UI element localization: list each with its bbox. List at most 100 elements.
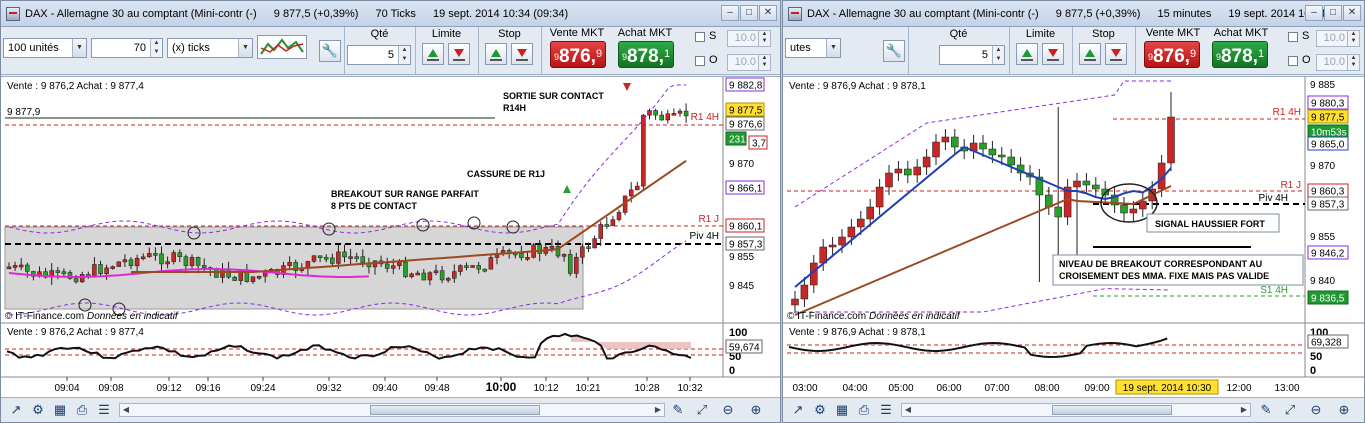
chevron-down-icon[interactable]: ▼: [238, 39, 252, 57]
stop-sell-button[interactable]: [1105, 43, 1127, 65]
qty-stepper[interactable]: 5 ▲ ▼: [939, 45, 1005, 65]
left-candle: [287, 262, 292, 266]
right-title-instrument: DAX - Allemagne 30 au comptant (Mini-con…: [807, 7, 1039, 20]
left-candle: [159, 253, 164, 265]
x-tick: 07:00: [984, 383, 1009, 394]
spinner-icon[interactable]: ▲ ▼: [992, 46, 1004, 64]
scroll-left-icon[interactable]: ◀: [120, 404, 132, 416]
left-title-bar[interactable]: DAX - Allemagne 30 au comptant (Mini-con…: [1, 1, 780, 27]
limit-buy-button[interactable]: [1016, 43, 1038, 65]
ticks-stepper[interactable]: 70 ▲ ▼: [91, 38, 163, 58]
limit-label: Limite: [431, 28, 462, 40]
indicator-icon[interactable]: ⚙: [29, 401, 47, 419]
left-title-instrument: DAX - Allemagne 30 au comptant (Mini-con…: [25, 7, 257, 20]
limit-sell-button[interactable]: [1042, 43, 1064, 65]
close-icon[interactable]: ✕: [759, 5, 777, 21]
right-scrollbar[interactable]: ◀ ▶: [901, 403, 1251, 417]
print-icon[interactable]: ⎙: [855, 401, 873, 419]
close-icon[interactable]: ✕: [1343, 5, 1361, 21]
left-candle: [616, 212, 622, 220]
sell-price-suffix: 9: [595, 48, 603, 60]
right-candle: [828, 244, 837, 248]
zoom-in-icon[interactable]: ⊕: [1335, 401, 1353, 419]
wrench-icon[interactable]: 🔧: [319, 40, 341, 62]
spinner-icon[interactable]: ▲ ▼: [398, 46, 410, 64]
stop-sell-button[interactable]: [511, 43, 533, 65]
o-value-field[interactable]: 10.0 ▲ ▼: [1316, 54, 1360, 71]
left-candle: [561, 254, 567, 257]
s-value-field[interactable]: 10.0 ▲ ▼: [727, 30, 771, 47]
ticks-unit-select[interactable]: (x) ticks ▼: [167, 38, 253, 58]
layout-icon[interactable]: ▦: [51, 401, 69, 419]
maximize-icon[interactable]: □: [1324, 5, 1342, 21]
color-bars-icon[interactable]: ☰: [877, 401, 895, 419]
qty-stepper[interactable]: 5 ▲ ▼: [347, 45, 411, 65]
stop-group: Stop: [1072, 27, 1134, 75]
left-window-buttons: ‒ □ ✕: [721, 5, 777, 21]
limit-sell-button[interactable]: [448, 43, 470, 65]
spinner-icon[interactable]: ▲ ▼: [1347, 31, 1359, 46]
units-select[interactable]: 100 unités ▼: [3, 38, 87, 58]
scroll-thumb[interactable]: [370, 405, 540, 415]
price-tag: 9 877,5: [729, 106, 763, 117]
minimize-icon[interactable]: ‒: [721, 5, 739, 21]
layout-icon[interactable]: ▦: [833, 401, 851, 419]
fit-icon[interactable]: ⤢: [1281, 401, 1299, 419]
level-label-s1-4h: S1 4H: [1260, 285, 1288, 296]
o-value-field[interactable]: 10.0 ▲ ▼: [727, 54, 771, 71]
left-chart[interactable]: Vente : 9 876,2 Achat : 9 877,4 9 877,9 SO…: [1, 76, 781, 400]
sell-mkt-button[interactable]: 9876,9: [550, 41, 606, 68]
left-candle: [98, 264, 103, 275]
spinner-icon[interactable]: ▲ ▼: [1347, 55, 1359, 70]
left-candle: [140, 256, 146, 260]
spinner-icon[interactable]: ▲ ▼: [758, 31, 770, 46]
draw-tool-icon[interactable]: ✎: [669, 401, 687, 419]
wrench-icon[interactable]: 🔧: [883, 40, 905, 62]
buy-mkt-button[interactable]: 9878,1: [618, 41, 674, 68]
scroll-right-icon[interactable]: ▶: [1238, 404, 1250, 416]
scroll-thumb[interactable]: [1052, 405, 1172, 415]
annotation-cassure: CASSURE DE R1J: [467, 169, 545, 179]
maximize-icon[interactable]: □: [740, 5, 758, 21]
x-tick: 08:00: [1034, 383, 1059, 394]
print-icon[interactable]: ⎙: [73, 401, 91, 419]
sell-mkt-button[interactable]: 9876,9: [1144, 41, 1200, 68]
y-tick: 9 840: [1310, 276, 1335, 287]
fit-icon[interactable]: ⤢: [693, 401, 711, 419]
o-checkbox[interactable]: [695, 56, 705, 66]
s-value-field[interactable]: 10.0 ▲ ▼: [1316, 30, 1360, 47]
zoom-out-icon[interactable]: ⊖: [1307, 401, 1325, 419]
color-bars-icon[interactable]: ☰: [95, 401, 113, 419]
scroll-left-icon[interactable]: ◀: [902, 404, 914, 416]
stop-buy-button[interactable]: [1079, 43, 1101, 65]
zoom-out-icon[interactable]: ⊖: [719, 401, 737, 419]
left-chart-svg[interactable]: Vente : 9 876,2 Achat : 9 877,4 9 877,9 SO…: [1, 77, 781, 400]
left-scrollbar[interactable]: ◀ ▶: [119, 403, 665, 417]
limit-buy-button[interactable]: [422, 43, 444, 65]
zoom-in-icon[interactable]: ⊕: [747, 401, 765, 419]
left-chart-window: DAX - Allemagne 30 au comptant (Mini-con…: [0, 0, 781, 423]
chevron-down-icon[interactable]: ▼: [826, 39, 840, 57]
x-tick: 10:12: [533, 383, 558, 394]
chevron-down-icon[interactable]: ▼: [72, 39, 86, 57]
indicator-icon[interactable]: [257, 35, 307, 59]
scroll-right-icon[interactable]: ▶: [652, 404, 664, 416]
draw-tool-icon[interactable]: ✎: [1257, 401, 1275, 419]
spinner-icon[interactable]: ▲ ▼: [150, 39, 162, 57]
spinner-icon[interactable]: ▲ ▼: [758, 55, 770, 70]
chart-type-icon[interactable]: ↗: [789, 401, 807, 419]
s-checkbox[interactable]: [1288, 32, 1298, 42]
osc-line: [788, 337, 1168, 359]
right-title-bar[interactable]: DAX - Allemagne 30 au comptant (Mini-con…: [783, 1, 1364, 27]
left-title-datetime: 19 sept. 2014 10:34 (09:34): [432, 7, 569, 20]
stop-buy-button[interactable]: [485, 43, 507, 65]
right-chart-svg[interactable]: Vente : 9 876,9 Achat : 9 878,1 SIGNAL HA…: [783, 77, 1365, 400]
indicator-icon[interactable]: ⚙: [811, 401, 829, 419]
units-select[interactable]: utes ▼: [785, 38, 841, 58]
chart-type-icon[interactable]: ↗: [7, 401, 25, 419]
s-checkbox[interactable]: [695, 32, 705, 42]
minimize-icon[interactable]: ‒: [1305, 5, 1323, 21]
right-chart[interactable]: Vente : 9 876,9 Achat : 9 878,1 SIGNAL HA…: [783, 76, 1365, 400]
buy-mkt-button[interactable]: 9878,1: [1212, 41, 1268, 68]
o-checkbox[interactable]: [1288, 56, 1298, 66]
